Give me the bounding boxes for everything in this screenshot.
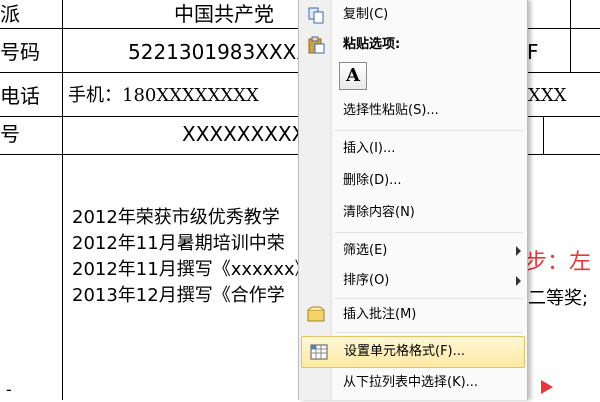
- menu-label: 删除(D)...: [343, 173, 402, 188]
- row1-value[interactable]: 中国共产党: [174, 2, 274, 26]
- submenu-arrow-icon: [516, 276, 521, 286]
- grid-line: [570, 0, 571, 72]
- row4-value[interactable]: XXXXXXXXX: [182, 122, 305, 146]
- award-line-4-right: 二等奖;: [528, 288, 589, 309]
- menu-item-insert[interactable]: 插入(I)...: [299, 134, 527, 164]
- menu-separator: [335, 232, 523, 233]
- menu-item-clear-contents[interactable]: 清除内容(N): [299, 198, 527, 228]
- row2-right-value[interactable]: F: [527, 40, 539, 64]
- menu-separator: [335, 130, 523, 131]
- award-line-3[interactable]: 2012年11月撰写《xxxxxx》: [72, 258, 313, 282]
- menu-item-filter[interactable]: 筛选(E): [299, 236, 527, 266]
- menu-label: 清除内容(N): [343, 205, 415, 220]
- bottom-left-fragment: -: [6, 380, 12, 399]
- row4-label[interactable]: 号: [0, 122, 20, 146]
- menu-item-copy[interactable]: 复制(C): [299, 0, 527, 30]
- menu-label: 筛选(E): [343, 243, 388, 258]
- row3-label[interactable]: 电话: [0, 84, 40, 108]
- menu-item-pick-from-dropdown[interactable]: 从下拉列表中选择(K)...: [299, 368, 527, 398]
- grid-line: [62, 0, 63, 400]
- copy-icon: [308, 7, 324, 24]
- row1-label[interactable]: 派: [0, 2, 20, 26]
- menu-label: 选择性粘贴(S)...: [343, 103, 439, 118]
- row3-value[interactable]: 手机：180XXXXXXXX: [68, 84, 259, 108]
- menu-item-paste-special[interactable]: 选择性粘贴(S)...: [299, 96, 527, 126]
- comment-icon: [307, 306, 325, 322]
- paste-keep-text-icon[interactable]: A: [339, 62, 367, 90]
- menu-label: 插入(I)...: [343, 141, 396, 156]
- row2-value[interactable]: 5221301983XXXX: [128, 40, 310, 64]
- menu-label: 插入批注(M): [343, 307, 417, 322]
- menu-label: 从下拉列表中选择(K)...: [343, 375, 479, 390]
- menu-separator: [335, 332, 523, 333]
- menu-label: 排序(O): [343, 273, 390, 288]
- red-triangle-icon: [541, 380, 553, 394]
- row3-right-value[interactable]: XXX: [528, 84, 566, 108]
- award-line-2[interactable]: 2012年11月暑期培训中荣: [72, 232, 285, 256]
- menu-item-paste-options: 粘贴选项:: [299, 30, 527, 60]
- menu-label: 设置单元格格式(F)...: [344, 344, 466, 359]
- menu-item-delete[interactable]: 删除(D)...: [299, 166, 527, 196]
- paste-icon: [308, 36, 325, 54]
- award-line-1[interactable]: 2012年荣获市级优秀教学: [72, 206, 280, 230]
- menu-label: 复制(C): [343, 7, 389, 22]
- submenu-arrow-icon: [516, 246, 521, 256]
- row2-label[interactable]: 号码: [0, 40, 40, 64]
- menu-item-insert-comment[interactable]: 插入批注(M): [299, 300, 527, 330]
- menu-item-format-cells[interactable]: 设置单元格格式(F)...: [301, 336, 525, 368]
- menu-label: 粘贴选项:: [343, 37, 401, 52]
- grid-line: [543, 116, 544, 154]
- award-line-4[interactable]: 2013年12月撰写《合作学: [72, 284, 285, 308]
- context-menu: 复制(C) 粘贴选项: A 选择性粘贴(S)... 插入(I)... 删除(D)…: [298, 0, 528, 400]
- menu-item-sort[interactable]: 排序(O): [299, 266, 527, 296]
- format-cells-icon: [310, 344, 328, 360]
- menu-separator: [335, 298, 523, 299]
